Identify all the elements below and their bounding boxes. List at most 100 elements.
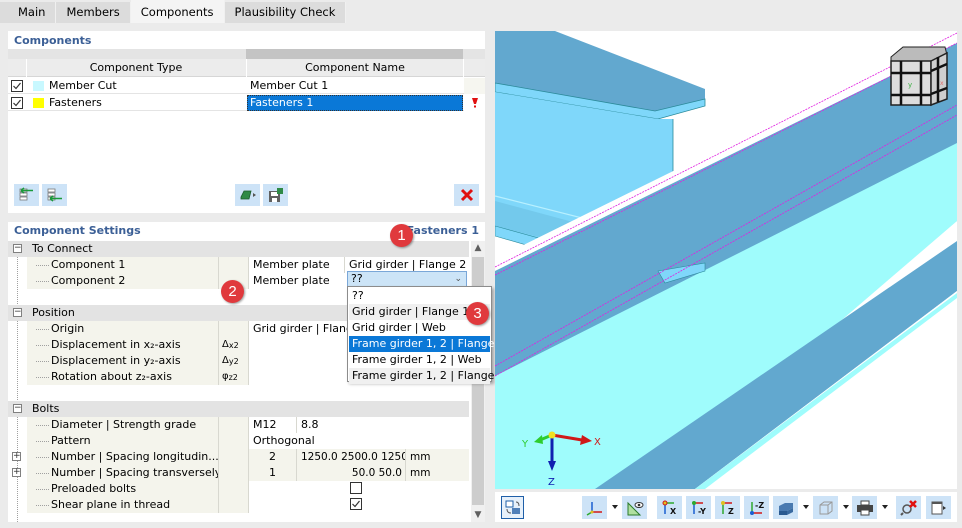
view-cube[interactable]: y x (890, 46, 948, 107)
current-component-label: Fasteners 1 (406, 224, 479, 237)
axes-button[interactable] (582, 496, 607, 519)
axis-label-y: Y (521, 439, 529, 450)
expand-toggle[interactable]: + (12, 468, 21, 477)
dropdown-option[interactable]: Grid girder | Web (349, 320, 490, 336)
settings-title: Component Settings (14, 224, 141, 237)
property-row-shear-plane[interactable]: Shear plane in thread (27, 497, 469, 513)
property-label: Displacement in x₂-axis (27, 337, 218, 353)
scroll-up-arrow[interactable]: ▲ (471, 241, 485, 255)
chevron-down-icon: ⌄ (454, 274, 462, 284)
property-row-spacing-longitudinal[interactable]: Number | Spacing longitudin... + 2 1250.… (12, 449, 469, 465)
collapse-toggle[interactable]: − (13, 244, 22, 253)
render-mode-button[interactable] (773, 496, 798, 519)
tab-components[interactable]: Components (130, 0, 225, 23)
view-minus-y-icon: -Y (691, 500, 706, 516)
tab-members[interactable]: Members (56, 2, 131, 23)
bolt-number[interactable]: 2 (248, 449, 296, 465)
property-label: Displacement in y₂-axis (27, 353, 218, 369)
dropdown-option[interactable]: Frame girder 1, 2 | Flange 2 (349, 368, 505, 384)
component-name-input[interactable]: Fasteners 1 (247, 95, 463, 111)
property-value[interactable]: Member plate (248, 257, 344, 273)
tree-branch (36, 505, 49, 506)
property-label: Number | Spacing transversely (27, 465, 218, 481)
shear-plane-checkbox[interactable] (350, 498, 362, 510)
import-button[interactable] (235, 184, 260, 206)
print-button[interactable] (852, 496, 877, 519)
svg-text:y: y (908, 81, 912, 89)
view-z-button[interactable]: Z (715, 496, 740, 519)
bolt-spacing[interactable]: 50.0 50.0 (296, 465, 405, 481)
property-row-pattern[interactable]: Pattern Orthogonal (27, 433, 469, 449)
render-mode-dropdown-arrow[interactable] (803, 505, 809, 509)
group-bolts[interactable]: − Bolts (8, 401, 469, 417)
tree-branch (36, 265, 49, 266)
measure-view-button[interactable] (622, 496, 647, 519)
dropdown-option-selected[interactable]: Frame girder 1, 2 | Flange 1 (349, 336, 505, 352)
column-header-name[interactable]: Component Name (247, 59, 463, 77)
view-x-icon: X (662, 500, 677, 516)
wireframe-dropdown-arrow[interactable] (843, 505, 849, 509)
property-label: Origin (27, 321, 218, 337)
step-badge-1: 1 (390, 224, 413, 247)
property-symbol: Δy2 (218, 353, 248, 369)
view-x-button[interactable]: X (657, 496, 682, 519)
table-header: Component Type Component Name (8, 59, 485, 77)
save-button[interactable] (263, 184, 288, 206)
3d-viewport[interactable]: y x X Y Z (495, 31, 957, 489)
tree-branch (36, 473, 49, 474)
dropdown-option[interactable]: Frame girder 1, 2 | Web (349, 352, 490, 368)
view-sync-icon (505, 500, 520, 514)
view-toolbar: X -Y Z -Z (495, 492, 957, 522)
view-sync-button[interactable] (501, 496, 524, 519)
tab-plausibility-check[interactable]: Plausibility Check (224, 2, 347, 23)
collapse-toggle[interactable]: − (13, 404, 22, 413)
bolt-number[interactable]: 1 (248, 465, 296, 481)
svg-text:X: X (670, 507, 677, 516)
table-row[interactable]: Member Cut Member Cut 1 (8, 78, 485, 94)
component-name[interactable]: Member Cut 1 (247, 78, 463, 94)
collapse-toggle[interactable]: − (13, 308, 22, 317)
component-2-select[interactable]: ?? ⌄ (347, 271, 467, 287)
bolt-spacing[interactable]: 1250.0 2500.0 1250.0 (296, 449, 418, 465)
property-row-spacing-transverse[interactable]: Number | Spacing transversely + 1 50.0 5… (12, 465, 469, 481)
warning-icon (472, 98, 478, 108)
move-down-button[interactable] (42, 184, 67, 206)
property-value[interactable]: Member plate (248, 273, 344, 289)
row-checkbox[interactable] (11, 97, 23, 109)
view-minus-y-button[interactable]: -Y (686, 496, 711, 519)
dropdown-option[interactable]: ?? (349, 288, 490, 304)
move-up-button[interactable] (14, 184, 39, 206)
clear-selection-button[interactable] (896, 496, 921, 519)
wireframe-button[interactable] (813, 496, 838, 519)
column-header-type[interactable]: Component Type (26, 59, 246, 77)
table-row[interactable]: Fasteners Fasteners 1 (8, 95, 485, 111)
property-label: Rotation about z₂-axis (27, 369, 218, 385)
status-cell (464, 78, 485, 94)
expand-toggle[interactable]: + (12, 452, 21, 461)
unit-label: mm (405, 465, 469, 481)
group-label: Bolts (32, 402, 60, 415)
property-symbol (218, 433, 248, 449)
property-label: Pattern (27, 433, 218, 449)
delete-button[interactable] (454, 184, 479, 206)
row-checkbox[interactable] (11, 80, 23, 92)
property-row-diameter[interactable]: Diameter | Strength grade M12 8.8 (27, 417, 469, 433)
axes-dropdown-arrow[interactable] (612, 505, 618, 509)
bolt-diameter[interactable]: M12 (248, 417, 296, 433)
property-label: Shear plane in thread (27, 497, 218, 513)
tree-branch (36, 377, 49, 378)
bolt-pattern[interactable]: Orthogonal (248, 433, 469, 449)
panel-toggle-button[interactable] (926, 496, 951, 519)
property-row-preloaded[interactable]: Preloaded bolts (27, 481, 469, 497)
scroll-down-arrow[interactable]: ▼ (471, 508, 485, 522)
property-symbol (218, 465, 248, 481)
delete-icon (460, 188, 473, 202)
property-symbol: φz2 (218, 369, 248, 385)
preloaded-bolts-checkbox[interactable] (350, 482, 362, 494)
tab-bar: Main Members Components Plausibility Che… (0, 0, 347, 23)
strength-grade[interactable]: 8.8 (296, 417, 469, 433)
print-dropdown-arrow[interactable] (882, 505, 888, 509)
view-minus-z-button[interactable]: -Z (744, 496, 769, 519)
tab-main[interactable]: Main (0, 2, 57, 23)
tree-branch (36, 457, 49, 458)
